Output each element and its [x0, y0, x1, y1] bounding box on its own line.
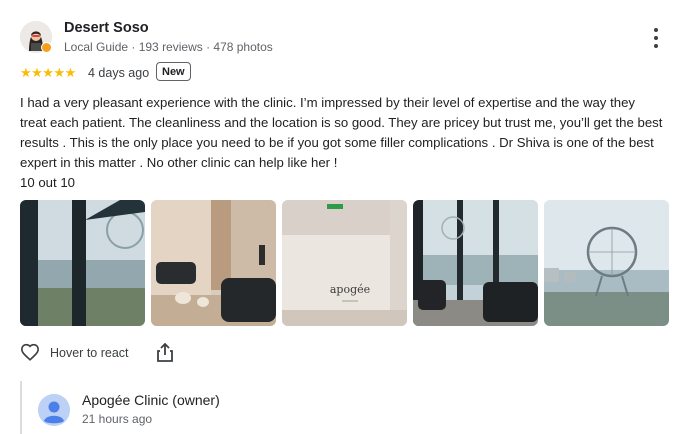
star-rating: ★★★★★: [20, 65, 76, 80]
local-guide-badge-icon: [41, 42, 52, 53]
share-icon[interactable]: [157, 342, 173, 367]
svg-text:apogée: apogée: [330, 283, 370, 296]
owner-name: Apogée Clinic (owner): [82, 392, 220, 408]
review-photo-waiting-room-sofas[interactable]: [151, 200, 276, 326]
review-date: 4 days ago: [88, 66, 150, 80]
review-text: I had a very pleasant experience with th…: [20, 93, 665, 193]
more-options-icon[interactable]: [648, 28, 664, 48]
react-label[interactable]: Hover to react: [50, 346, 129, 360]
new-badge: New: [156, 62, 191, 81]
person-avatar-icon: [38, 394, 70, 426]
owner-reply-time: 21 hours ago: [82, 412, 153, 426]
author-name[interactable]: Desert Soso: [64, 20, 149, 36]
review-photo-window-city-view[interactable]: [20, 200, 145, 326]
author-meta: Local Guide · 193 reviews · 478 photos: [64, 40, 273, 54]
heart-outline-icon[interactable]: [20, 343, 40, 366]
reply-divider: [20, 381, 22, 434]
review-photo-apogee-logo-wall[interactable]: apogée: [282, 200, 407, 326]
review-photo-lounge-window-view[interactable]: [413, 200, 538, 326]
review-score: 10 out 10: [20, 175, 75, 190]
review-photos: apogée: [20, 200, 669, 326]
review-paragraph: I had a very pleasant experience with th…: [20, 95, 663, 170]
review-photo-ain-dubai-wheel[interactable]: [544, 200, 669, 326]
